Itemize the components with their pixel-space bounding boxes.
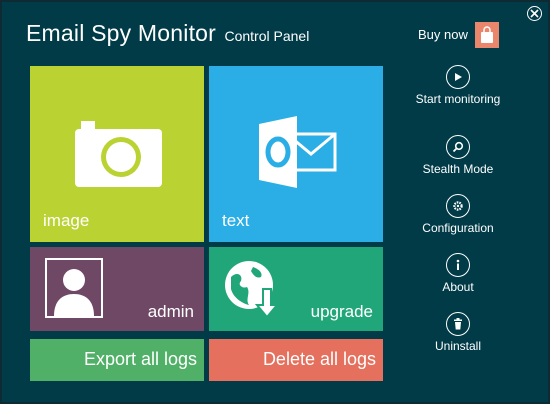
configuration-button[interactable]: Configuration [412, 194, 504, 235]
app-window: Email Spy Monitor Control Panel Buy now … [0, 0, 550, 404]
text-tile[interactable]: text [209, 66, 383, 242]
info-icon [446, 253, 470, 277]
close-icon [530, 9, 539, 18]
delete-logs-label: Delete all logs [262, 349, 376, 369]
user-icon [45, 258, 103, 318]
shopping-bag-icon [481, 26, 493, 43]
play-icon [446, 65, 470, 89]
admin-tile-label: admin [147, 302, 194, 321]
configuration-label: Configuration [422, 221, 494, 235]
upgrade-tile[interactable]: upgrade [209, 247, 383, 331]
search-icon [446, 135, 470, 159]
export-logs-label: Export all logs [83, 349, 197, 369]
upgrade-tile-label: upgrade [310, 302, 373, 321]
uninstall-label: Uninstall [434, 339, 482, 353]
stealth-mode-button[interactable]: Stealth Mode [412, 135, 504, 176]
uninstall-button[interactable]: Uninstall [412, 312, 504, 353]
outlook-icon [259, 116, 337, 188]
camera-icon [75, 121, 162, 187]
buy-now-button[interactable] [475, 22, 499, 48]
image-tile-label: image [43, 211, 90, 230]
close-button[interactable] [527, 6, 542, 21]
buy-now-link[interactable]: Buy now [418, 27, 468, 42]
gear-icon [446, 194, 470, 218]
about-label: About [442, 280, 474, 294]
app-title: Email Spy Monitor [26, 20, 217, 46]
trash-icon [446, 312, 470, 336]
image-tile[interactable]: image [30, 66, 204, 242]
start-monitoring-label: Start monitoring [415, 92, 501, 106]
app-subtitle: Control Panel [224, 28, 310, 44]
export-logs-button[interactable]: Export all logs [30, 339, 204, 381]
window-title: Email Spy Monitor Control Panel [26, 20, 309, 47]
about-button[interactable]: About [412, 253, 504, 294]
stealth-mode-label: Stealth Mode [422, 162, 494, 176]
text-tile-label: text [222, 211, 250, 230]
admin-tile[interactable]: admin [30, 247, 204, 331]
delete-logs-button[interactable]: Delete all logs [209, 339, 383, 381]
globe-download-icon [225, 261, 280, 319]
start-monitoring-button[interactable]: Start monitoring [412, 65, 504, 106]
